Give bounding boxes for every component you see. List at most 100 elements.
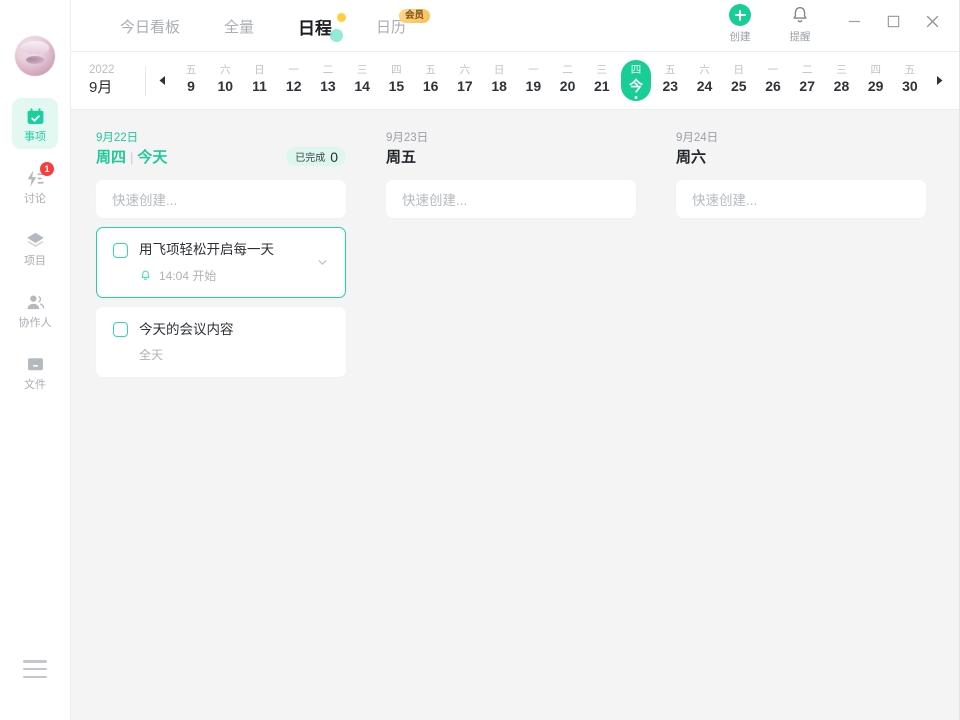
day-weekday: 四 [870, 63, 881, 76]
sidebar-item-文件[interactable]: 文件 [12, 346, 58, 397]
day-cell[interactable]: 日 25 [724, 60, 754, 101]
quick-create-input[interactable]: 快速创建... [386, 180, 636, 219]
day-cell[interactable]: 五 30 [895, 60, 925, 101]
column-today-label: 今天 [137, 149, 168, 167]
completed-label: 已完成 [295, 153, 326, 165]
day-cell[interactable]: 二 20 [553, 60, 583, 101]
day-cell[interactable]: 五9 [176, 60, 206, 101]
tab-全量[interactable]: 全量 [202, 16, 276, 37]
day-cell[interactable]: 六 24 [690, 60, 720, 101]
plus-circle-icon [729, 4, 751, 26]
maximize-button[interactable] [882, 10, 904, 32]
bell-icon [793, 6, 807, 23]
sidebar-item-label: 文件 [24, 379, 46, 391]
quick-create-input[interactable]: 快速创建... [96, 180, 346, 219]
day-cell-today[interactable]: 四今 [621, 59, 652, 102]
day-number: 18 [491, 78, 507, 95]
task-card[interactable]: 今天的会议内容 全天 [96, 306, 346, 378]
chevron-down-icon[interactable] [313, 254, 331, 272]
column-date: 9月22日 [96, 132, 139, 144]
main-area: 今日看板 全量 日程 日历 会员 创建 提醒 2022 9月 五 9 六 10 … [71, 0, 960, 720]
avatar[interactable] [15, 36, 55, 76]
tab-日程[interactable]: 日程 [276, 12, 354, 42]
day-weekday: 五 [904, 63, 916, 76]
day-cell[interactable]: 四 29 [861, 60, 891, 101]
hamburger-menu-icon[interactable] [23, 660, 47, 678]
day-column: 9月22日 周四 | 今天 已完成 0 快速创建... 用飞项轻松开启每一天 14:04 开始今… [71, 130, 361, 720]
day-number: 13 [320, 78, 336, 95]
day-weekday: 三 [356, 63, 368, 76]
day-number: 21 [594, 78, 610, 95]
day-weekday: 三 [596, 63, 608, 76]
day-cell[interactable]: 三 14 [347, 60, 377, 101]
column-weekday: 周五 [386, 149, 417, 167]
day-cell[interactable]: 三 28 [826, 60, 856, 101]
day-weekday: 二 [801, 63, 813, 76]
day-weekday: 五 [185, 63, 197, 76]
close-button[interactable] [921, 10, 943, 32]
calendar-check-icon [24, 105, 46, 127]
day-weekday: 四 [391, 63, 402, 76]
sidebar-item-label: 项目 [24, 255, 46, 267]
sidebar-item-讨论[interactable]: 1 讨论 [12, 160, 58, 211]
tab-今日看板[interactable]: 今日看板 [98, 16, 202, 37]
day-number: 14 [354, 78, 370, 95]
day-cell[interactable]: 六 17 [450, 60, 480, 101]
column-header-text: 9月22日周四 | 今天 [96, 130, 286, 168]
sidebar-item-label: 事项 [24, 131, 46, 143]
day-cell[interactable]: 六 10 [210, 60, 240, 101]
next-week-button[interactable] [929, 67, 949, 95]
sidebar-item-项目[interactable]: 项目 [12, 222, 58, 273]
day-weekday: 三 [836, 63, 847, 76]
day-weekday: 一 [767, 63, 779, 76]
calendar-check-icon [27, 107, 43, 124]
day-number: 17 [457, 78, 473, 95]
day-number: 19 [525, 78, 542, 95]
day-cell[interactable]: 四 15 [381, 60, 411, 101]
day-cell[interactable]: 一 12 [279, 60, 309, 101]
year-month[interactable]: 2022 9月 [89, 63, 143, 97]
day-cell[interactable]: 二 27 [792, 60, 822, 101]
create-button[interactable]: 创建 [721, 4, 759, 44]
day-weekday: 一 [528, 63, 539, 76]
day-column: 9月24日 周六 快速创建... [651, 130, 941, 720]
day-cell[interactable]: 一 26 [758, 60, 788, 101]
task-checkbox[interactable] [113, 322, 128, 338]
chevron-right-icon [936, 76, 942, 85]
day-cell[interactable]: 三 21 [587, 60, 617, 101]
hamburger-line [23, 675, 47, 678]
day-cell[interactable]: 日 18 [484, 60, 514, 101]
task-title: 今天的会议内容 [139, 321, 234, 337]
file-box-icon [24, 353, 46, 375]
task-checkbox[interactable] [113, 242, 128, 258]
maximize-icon [887, 15, 899, 27]
day-number: 9 [187, 78, 195, 95]
sidebar-item-协作人[interactable]: 协作人 [12, 284, 58, 335]
day-cell[interactable]: 一 19 [518, 60, 548, 101]
day-number: 15 [388, 78, 405, 95]
column-separator: | [130, 150, 134, 166]
quick-create-input[interactable]: 快速创建... [676, 180, 926, 219]
day-number: 20 [559, 78, 576, 95]
tab-日历[interactable]: 日历 会员 [354, 8, 431, 37]
chevron-left-icon [159, 76, 165, 85]
minimize-button[interactable] [843, 10, 865, 32]
day-weekday: 日 [733, 63, 745, 76]
completed-count: 0 [330, 148, 338, 165]
header-bar: 今日看板 全量 日程 日历 会员 创建 提醒 [71, 0, 959, 52]
prev-week-button[interactable] [152, 67, 172, 95]
day-cell[interactable]: 五 16 [416, 60, 446, 101]
hamburger-line [23, 667, 47, 671]
task-subtitle: 14:04 开始 [159, 268, 217, 283]
day-cell[interactable]: 二 13 [313, 60, 343, 101]
sidebar-item-事项[interactable]: 事项 [12, 98, 58, 149]
day-cell[interactable]: 日 11 [244, 60, 274, 101]
vip-badge: 会员 [399, 8, 431, 23]
column-weekday: 周四 [96, 149, 127, 167]
day-number: 26 [765, 78, 781, 95]
day-weekday: 五 [425, 63, 436, 76]
task-card[interactable]: 用飞项轻松开启每一天 14:04 开始 [96, 227, 346, 298]
day-weekday: 日 [493, 63, 505, 76]
reminder-button[interactable]: 提醒 [781, 4, 819, 44]
day-cell[interactable]: 五 23 [655, 60, 685, 101]
